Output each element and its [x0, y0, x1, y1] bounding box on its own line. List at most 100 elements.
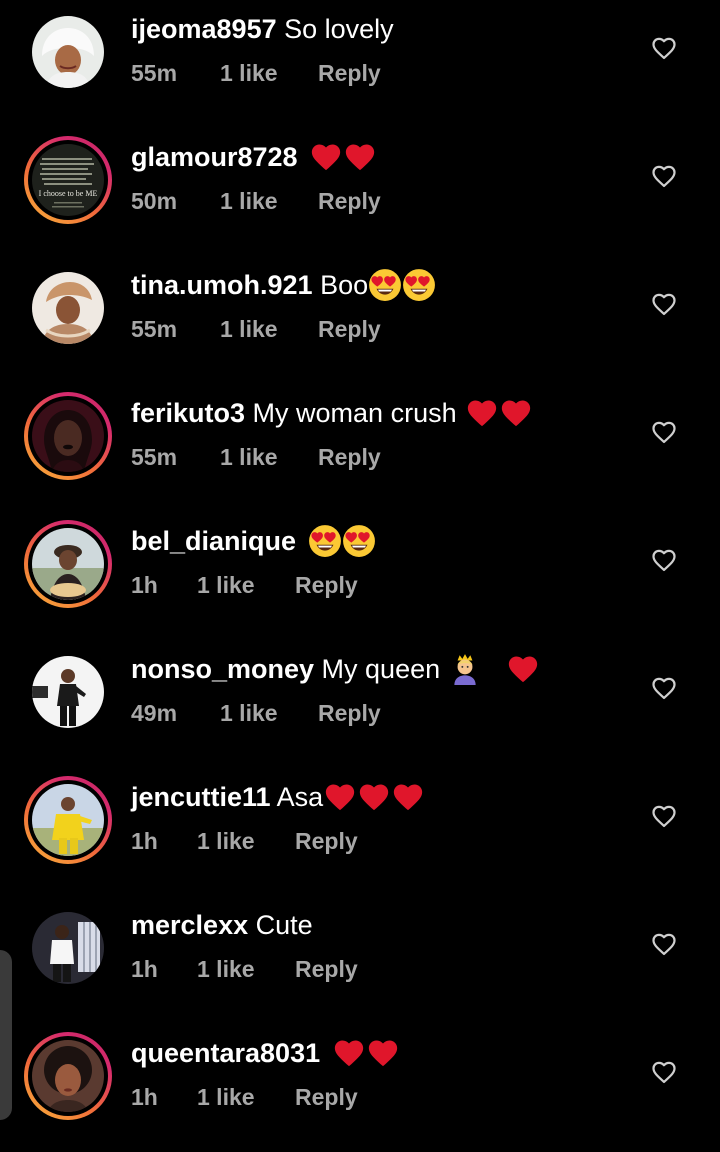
red-heart-emoji [467, 400, 496, 426]
comment-item: nonso_money My queen 49m 1 like Reply [0, 640, 720, 768]
comment-like-count[interactable]: 1 like [220, 698, 318, 728]
comment-username[interactable]: ferikuto3 [131, 398, 245, 428]
comment-time: 1h [131, 1084, 158, 1110]
reply-button[interactable]: Reply [295, 570, 358, 600]
heart-outline-icon [652, 549, 676, 572]
comment-item: ijeoma8957 So lovely 55m 1 like Reply [0, 0, 720, 128]
reply-button[interactable]: Reply [318, 314, 381, 344]
avatar[interactable] [32, 784, 104, 856]
avatar-container[interactable] [24, 904, 112, 992]
avatar-container[interactable] [24, 8, 112, 96]
heart-outline-icon [652, 677, 676, 700]
red-heart-emoji [508, 656, 538, 682]
avatar[interactable] [32, 400, 104, 472]
comment-like-count[interactable]: 1 like [197, 954, 295, 984]
heart-eyes-emoji [369, 268, 402, 301]
comment-body: merclexx Cute [131, 908, 313, 942]
comment-body: tina.umoh.921 Boo [131, 268, 436, 302]
like-button[interactable] [650, 802, 678, 830]
avatar-story-ring[interactable] [24, 520, 112, 608]
like-button[interactable] [650, 674, 678, 702]
scroll-handle[interactable] [0, 950, 12, 1120]
comment-body: ferikuto3 My woman crush [131, 396, 533, 430]
like-button[interactable] [650, 290, 678, 318]
comment-username[interactable]: nonso_money [131, 654, 314, 684]
comment-like-count[interactable]: 1 like [220, 186, 318, 216]
avatar-story-ring[interactable] [24, 776, 112, 864]
avatar-ring-gap [28, 396, 108, 476]
avatar-container[interactable] [24, 648, 112, 736]
avatar[interactable] [32, 528, 104, 600]
comment-body: nonso_money My queen [131, 652, 540, 686]
avatar[interactable] [32, 912, 104, 984]
comment-meta: 55m 1 like Reply [131, 58, 381, 88]
like-button[interactable] [650, 1058, 678, 1086]
comment-body: jencuttie11 Asa [131, 780, 425, 814]
avatar[interactable] [32, 16, 104, 88]
like-button[interactable] [650, 418, 678, 446]
avatar[interactable]: I choose to be ME [32, 144, 104, 216]
comment-meta: 55m 1 like Reply [131, 442, 381, 472]
comment-item: ferikuto3 My woman crush 55m 1 like Reply [0, 384, 720, 512]
reply-button[interactable]: Reply [295, 826, 358, 856]
comment-text: So lovely [284, 14, 394, 44]
comment-emoji [308, 522, 376, 558]
reply-button[interactable]: Reply [318, 442, 381, 472]
reply-button[interactable]: Reply [318, 58, 381, 88]
avatar[interactable] [32, 656, 104, 728]
reply-button[interactable]: Reply [318, 186, 381, 216]
comment-item: jencuttie11 Asa 1h 1 like Reply [0, 768, 720, 896]
like-button[interactable] [650, 34, 678, 62]
comment-username[interactable]: queentara8031 [131, 1038, 320, 1068]
heart-eyes-emoji [308, 524, 341, 557]
comment-meta: 1h 1 like Reply [131, 826, 358, 856]
comment-username[interactable]: bel_dianique [131, 526, 296, 556]
comment-like-count[interactable]: 1 like [197, 826, 295, 856]
avatar-ring-gap [28, 652, 108, 732]
red-heart-emoji [368, 1040, 397, 1066]
comment-username[interactable]: ijeoma8957 [131, 14, 277, 44]
comment-item: tina.umoh.921 Boo 55m 1 like Reply [0, 256, 720, 384]
comment-like-count[interactable]: 1 like [197, 570, 295, 600]
avatar-quote-text: I choose to be ME [39, 189, 98, 198]
comment-emoji [323, 778, 425, 814]
heart-outline-icon [652, 293, 676, 316]
comment-emoji [368, 266, 436, 302]
comment-username[interactable]: jencuttie11 [131, 782, 271, 812]
comment-meta: 49m 1 like Reply [131, 698, 381, 728]
reply-button[interactable]: Reply [295, 1082, 358, 1112]
heart-outline-icon [652, 1061, 676, 1084]
reply-button[interactable]: Reply [295, 954, 358, 984]
like-button[interactable] [650, 162, 678, 190]
comment-username[interactable]: glamour8728 [131, 142, 298, 172]
comment-emoji [465, 394, 533, 430]
comment-like-count[interactable]: 1 like [220, 58, 318, 88]
red-heart-emoji [334, 1040, 363, 1066]
comment-time: 55m [131, 444, 178, 470]
comment-like-count[interactable]: 1 like [220, 442, 318, 472]
comment-time: 50m [131, 188, 178, 214]
avatar[interactable] [32, 1040, 104, 1112]
comment-text: My woman crush [252, 398, 457, 428]
avatar[interactable] [32, 272, 104, 344]
comment-time: 1h [131, 956, 158, 982]
like-button[interactable] [650, 546, 678, 574]
avatar-ring-gap [28, 12, 108, 92]
comment-item: merclexx Cute 1h 1 like Reply [0, 896, 720, 1024]
comment-like-count[interactable]: 1 like [220, 314, 318, 344]
comment-like-count[interactable]: 1 like [197, 1082, 295, 1112]
avatar-story-ring[interactable]: I choose to be ME [24, 136, 112, 224]
like-button[interactable] [650, 930, 678, 958]
comment-body: bel_dianique [131, 524, 376, 558]
avatar-story-ring[interactable] [24, 392, 112, 480]
avatar-container[interactable] [24, 264, 112, 352]
comment-username[interactable]: tina.umoh.921 [131, 270, 313, 300]
avatar-story-ring[interactable] [24, 1032, 112, 1120]
comment-username[interactable]: merclexx [131, 910, 248, 940]
heart-outline-icon [652, 421, 676, 444]
avatar-ring-gap [28, 268, 108, 348]
comment-time: 1h [131, 572, 158, 598]
comment-text: Cute [255, 910, 313, 940]
comment-body: queentara8031 [131, 1036, 400, 1070]
reply-button[interactable]: Reply [318, 698, 381, 728]
